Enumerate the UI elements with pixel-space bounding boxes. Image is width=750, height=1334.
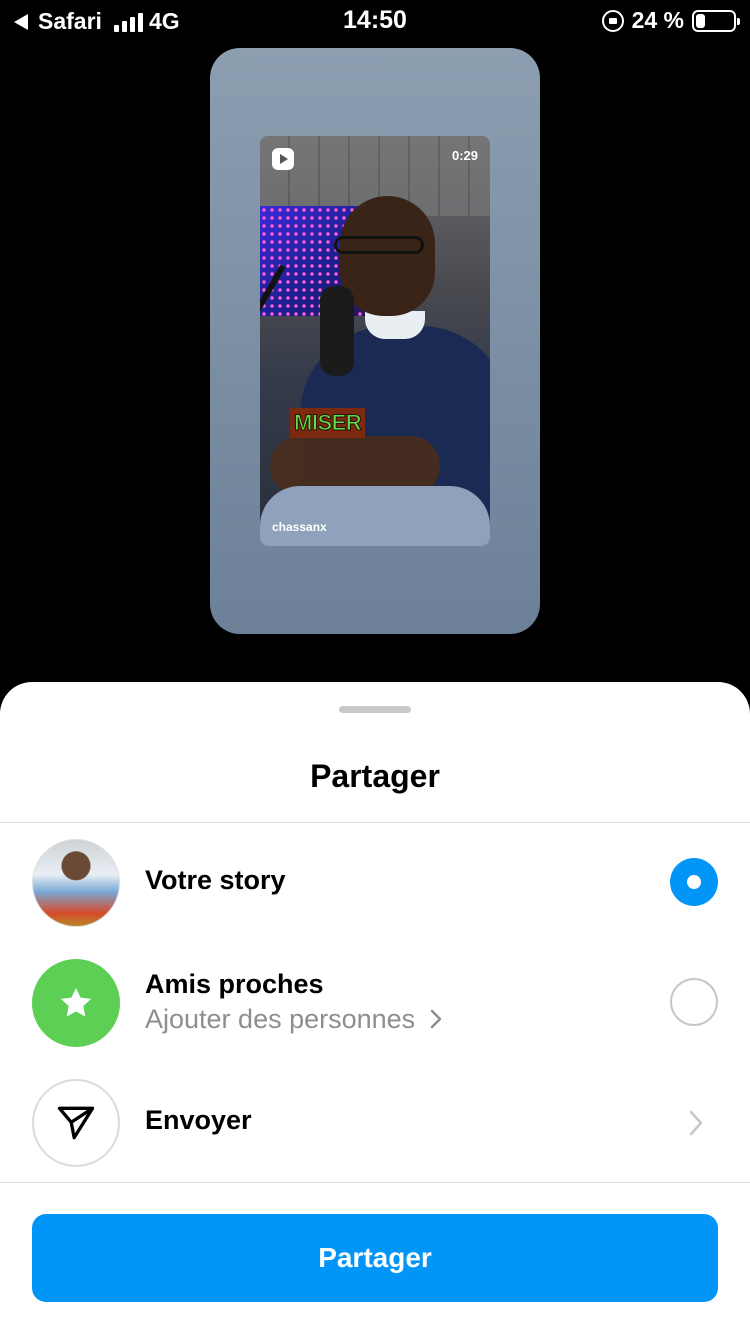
battery-icon (692, 9, 740, 32)
add-people-link[interactable]: Ajouter des personnes (145, 1004, 443, 1035)
option-close-friends[interactable]: Amis proches Ajouter des personnes (0, 947, 750, 1057)
close-friends-avatar (32, 959, 120, 1047)
profile-avatar (32, 839, 120, 927)
reels-icon (272, 148, 294, 170)
send-avatar (32, 1079, 120, 1167)
reel-thumbnail: 0:29 MISER chassanx (260, 136, 490, 546)
divider (0, 1182, 750, 1183)
person-head (340, 196, 435, 316)
share-button[interactable]: Partager (32, 1214, 718, 1302)
screen: Safari 4G 14:50 24 % 0:29 MISER chassanx… (0, 0, 750, 1334)
sheet-grabber[interactable] (339, 706, 411, 713)
radio-selected[interactable] (670, 858, 718, 906)
person-glasses (334, 236, 424, 254)
reel-username: chassanx (272, 520, 327, 534)
microphone (320, 286, 354, 376)
option-label: Amis proches (145, 969, 324, 999)
sheet-title: Partager (310, 758, 440, 794)
reel-caption: MISER (290, 408, 366, 438)
status-right: 24 % (601, 7, 740, 34)
chevron-right-icon (430, 1009, 441, 1029)
status-bar: Safari 4G 14:50 24 % (0, 0, 750, 40)
radio-unselected[interactable] (670, 978, 718, 1026)
add-people-label: Ajouter des personnes (145, 1004, 416, 1034)
send-icon (57, 1106, 95, 1140)
star-icon (60, 987, 92, 1017)
divider (0, 822, 750, 823)
option-send[interactable]: Envoyer (0, 1067, 750, 1177)
orientation-lock-icon (601, 9, 624, 32)
reel-duration: 0:29 (451, 148, 478, 163)
battery-fill (696, 13, 705, 28)
option-your-story[interactable]: Votre story (0, 827, 750, 937)
share-sheet: Partager Votre story Amis proches Ajoute… (0, 682, 750, 1334)
story-preview-card: 0:29 MISER chassanx (210, 48, 540, 634)
option-label: Votre story (145, 865, 286, 895)
chevron-right-icon (689, 1110, 703, 1136)
battery-percent: 24 % (631, 7, 684, 33)
option-label: Envoyer (145, 1105, 252, 1135)
person-pants (260, 486, 490, 546)
